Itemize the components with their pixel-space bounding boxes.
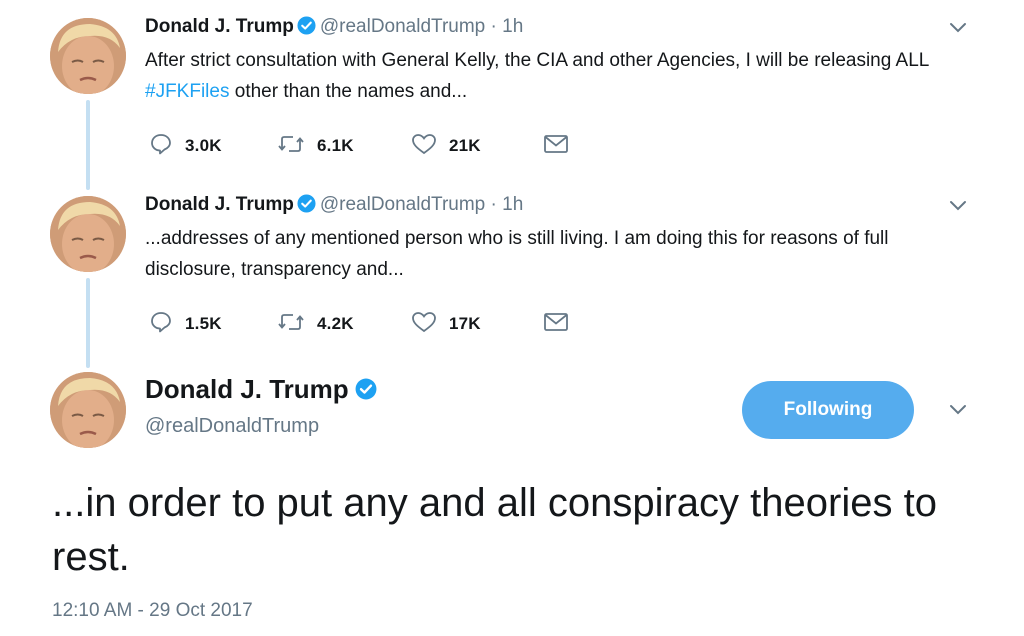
author-name[interactable]: Donald J. Trump: [145, 374, 349, 404]
tweet-header: Donald J. Trump @realDonaldTrump · 1h: [145, 16, 523, 41]
tweet-time[interactable]: · 1h: [491, 16, 524, 37]
avatar[interactable]: [50, 196, 126, 272]
author-handle[interactable]: @realDonaldTrump: [320, 16, 485, 37]
heart-icon: [411, 132, 437, 161]
retweet-icon: [277, 132, 305, 161]
author-name[interactable]: Donald J. Trump: [145, 194, 294, 215]
tweet-text-part: other than the names and...: [229, 81, 468, 102]
reply-icon: [149, 132, 173, 161]
main-author-handle[interactable]: @realDonaldTrump: [145, 415, 319, 438]
tweet-time[interactable]: · 1h: [491, 194, 524, 215]
chevron-down-icon[interactable]: [946, 198, 970, 219]
avatar[interactable]: [50, 18, 126, 94]
like-button[interactable]: 17K: [411, 309, 481, 339]
reply-icon: [149, 310, 173, 339]
like-count: 17K: [449, 314, 481, 333]
reply-button[interactable]: 1.5K: [149, 309, 222, 339]
main-tweet-text: ...in order to put any and all conspirac…: [52, 481, 937, 579]
reply-count: 3.0K: [185, 136, 222, 155]
like-button[interactable]: 21K: [411, 131, 481, 161]
main-author-name[interactable]: Donald J. Trump: [145, 374, 381, 407]
tweet-text: After strict consultation with General K…: [145, 45, 935, 107]
envelope-icon: [543, 311, 569, 338]
avatar[interactable]: [50, 372, 126, 448]
thread-connector: [86, 278, 90, 368]
tweet-actions: 3.0K 6.1K 21K: [145, 131, 605, 161]
tweet-text-part: After strict consultation with General K…: [145, 50, 929, 71]
chevron-down-icon[interactable]: [946, 402, 970, 423]
thread-connector: [86, 100, 90, 190]
author-handle[interactable]: @realDonaldTrump: [320, 194, 485, 215]
dm-button[interactable]: [543, 131, 569, 161]
verified-badge-icon: [297, 16, 316, 41]
tweet-thread: Donald J. Trump @realDonaldTrump · 1h Aft…: [0, 0, 1024, 636]
tweet-actions: 1.5K 4.2K 17K: [145, 309, 605, 339]
retweet-button[interactable]: 4.2K: [277, 309, 354, 339]
envelope-icon: [543, 133, 569, 160]
retweet-count: 6.1K: [317, 136, 354, 155]
tweet-header: Donald J. Trump @realDonaldTrump · 1h: [145, 194, 523, 219]
tweet-timestamp[interactable]: 12:10 AM - 29 Oct 2017: [52, 600, 253, 622]
retweet-count: 4.2K: [317, 314, 354, 333]
following-button[interactable]: Following: [742, 381, 914, 439]
author-name[interactable]: Donald J. Trump: [145, 16, 294, 37]
verified-badge-icon: [297, 194, 316, 219]
retweet-button[interactable]: 6.1K: [277, 131, 354, 161]
reply-button[interactable]: 3.0K: [149, 131, 222, 161]
chevron-down-icon[interactable]: [946, 20, 970, 41]
retweet-icon: [277, 310, 305, 339]
reply-count: 1.5K: [185, 314, 222, 333]
hashtag-link[interactable]: #JFKFiles: [145, 81, 229, 102]
dm-button[interactable]: [543, 309, 569, 339]
like-count: 21K: [449, 136, 481, 155]
heart-icon: [411, 310, 437, 339]
verified-badge-icon: [355, 376, 377, 407]
tweet-text: ...addresses of any mentioned person who…: [145, 228, 889, 280]
